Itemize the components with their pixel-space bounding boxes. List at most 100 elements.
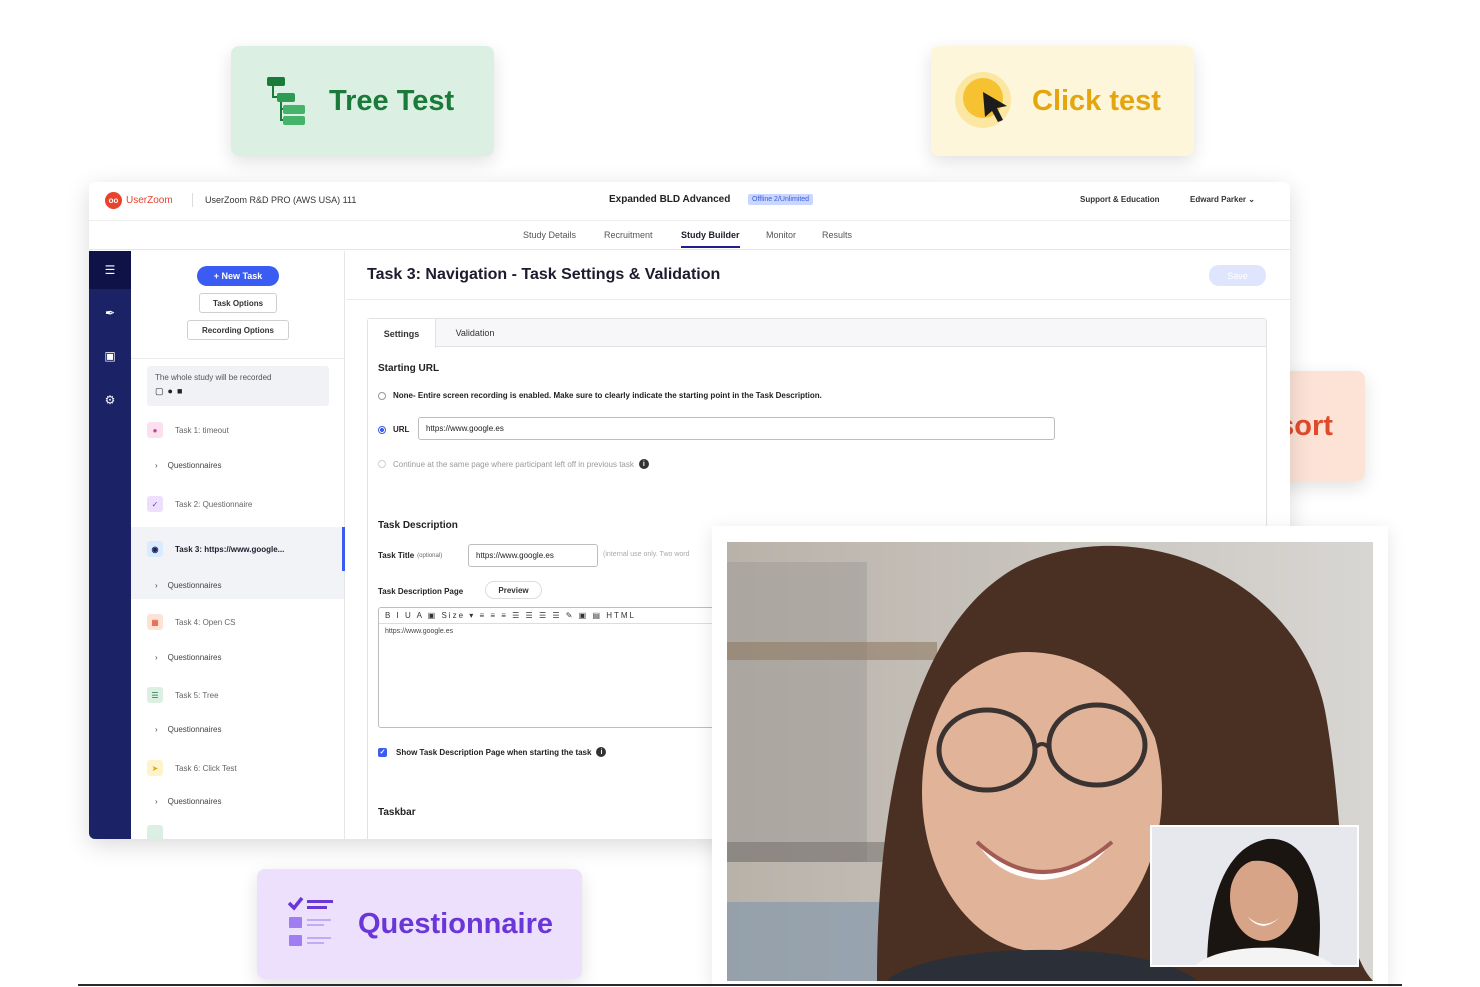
task-title-input[interactable]: https://www.google.es — [468, 544, 598, 567]
recording-note-text: The whole study will be recorded — [155, 373, 272, 382]
user-menu[interactable]: Edward Parker ⌄ — [1190, 195, 1255, 204]
radio-url[interactable]: URL — [378, 425, 409, 434]
task-item[interactable]: ● Task 1: timeout — [131, 415, 344, 445]
click-cursor-icon — [953, 70, 1015, 132]
self-view-photo — [1152, 827, 1357, 965]
divider — [192, 193, 193, 207]
support-link[interactable]: Support & Education — [1080, 195, 1160, 204]
task-label: Task 5: Tree — [175, 690, 219, 700]
checkbox-checked-icon: ✓ — [378, 747, 387, 757]
chevron-right-icon: › — [155, 652, 158, 662]
tree-test-label: Tree Test — [329, 84, 455, 117]
task-list-panel: + New Task Task Options Recording Option… — [131, 251, 345, 839]
task-item[interactable]: ➤ Task 6: Click Test — [131, 753, 344, 783]
userzoom-logo-icon: oo — [105, 192, 122, 209]
radio-selected-icon — [378, 425, 386, 434]
questionnaires-label: Questionnaires — [167, 580, 222, 590]
tab-validation[interactable]: Validation — [440, 319, 510, 347]
continue-label: Continue at the same page where particip… — [393, 459, 634, 469]
task-item-active[interactable]: ◉ Task 3: https://www.google... — [131, 527, 345, 571]
task-title-row: Task Title (optional) — [378, 551, 442, 560]
panel-tabs: Settings Validation — [368, 319, 1266, 348]
new-task-button[interactable]: + New Task — [197, 266, 279, 286]
page-title: Task 3: Navigation - Task Settings & Val… — [367, 266, 721, 283]
tab-monitor[interactable]: Monitor — [766, 230, 796, 240]
questionnaire-label: Questionnaire — [358, 907, 553, 940]
task-label: Task 1: timeout — [175, 425, 229, 435]
radio-none[interactable]: None - Entire screen recording is enable… — [378, 391, 822, 400]
recording-options-button[interactable]: Recording Options — [187, 320, 289, 340]
questionnaires-item[interactable]: › Questionnaires — [131, 645, 344, 669]
tab-study-builder[interactable]: Study Builder — [681, 230, 740, 248]
editor-body[interactable]: https://www.google.es — [379, 624, 737, 639]
gear-icon[interactable]: ⚙ — [102, 392, 118, 408]
questionnaire-icon — [287, 895, 335, 953]
recording-note: The whole study will be recorded ▢●■ — [147, 366, 329, 406]
brand-name: UserZoom — [126, 195, 173, 206]
brand-logo[interactable]: oo UserZoom — [105, 192, 173, 209]
tab-settings[interactable]: Settings — [368, 319, 436, 348]
task-icon — [147, 825, 163, 839]
questionnaires-label: Questionnaires — [167, 796, 222, 806]
text-box-icon[interactable]: ▣ — [102, 348, 118, 364]
task-item[interactable]: ☰ Task 5: Tree — [131, 680, 344, 710]
study-title: Expanded BLD Advanced — [609, 194, 731, 205]
task-item[interactable] — [131, 825, 344, 839]
click-test-label: Click test — [1032, 84, 1161, 117]
study-nav-tabs: Study Details Recruitment Study Builder … — [89, 220, 1290, 250]
task-item[interactable]: ✓ Task 2: Questionnaire — [131, 489, 344, 519]
optional-label: (optional) — [417, 552, 443, 559]
task-label: Task 3: https://www.google... — [175, 544, 285, 554]
questionnaires-item[interactable]: › Questionnaires — [131, 789, 344, 813]
questionnaire-card: Questionnaire — [257, 869, 582, 979]
top-bar: oo UserZoom UserZoom R&D PRO (AWS USA) 1… — [89, 182, 1290, 218]
task-item[interactable]: ▦ Task 4: Open CS — [131, 607, 344, 637]
recording-devices-icon: ▢●■ — [155, 386, 187, 396]
none-label: None — [393, 391, 413, 400]
questionnaires-item[interactable]: › Questionnaires — [131, 453, 344, 477]
radio-icon — [378, 460, 386, 468]
tab-results[interactable]: Results — [822, 230, 852, 240]
task-label: Task 4: Open CS — [175, 617, 236, 627]
taskbar-heading: Taskbar — [378, 807, 416, 818]
task-label: Task 2: Questionnaire — [175, 499, 253, 509]
task-description-heading: Task Description — [378, 520, 458, 531]
icon-rail: ☰ ✒ ▣ ⚙ — [89, 251, 131, 839]
task-title-label: Task Title — [378, 551, 415, 560]
click-task-icon: ➤ — [147, 760, 163, 776]
questionnaire-task-icon: ✓ — [147, 496, 163, 512]
show-description-label: Show Task Description Page when starting… — [396, 747, 592, 757]
save-button[interactable]: Save — [1209, 265, 1266, 286]
list-icon[interactable]: ☰ — [89, 251, 131, 289]
divider — [131, 358, 344, 359]
task-title-hint: (internal use only. Two word — [603, 551, 690, 558]
info-icon[interactable]: i — [638, 459, 649, 469]
divider — [346, 299, 1290, 300]
info-icon[interactable]: i — [596, 747, 607, 757]
starting-url-heading: Starting URL — [378, 363, 440, 374]
radio-continue[interactable]: Continue at the same page where particip… — [378, 459, 649, 469]
questionnaires-label: Questionnaires — [167, 460, 222, 470]
tree-task-icon: ☰ — [147, 687, 163, 703]
show-description-checkbox[interactable]: ✓ Show Task Description Page when starti… — [378, 747, 607, 757]
brush-icon[interactable]: ✒ — [102, 305, 118, 321]
radio-icon — [378, 391, 386, 400]
url-label: URL — [393, 425, 410, 434]
task-options-button[interactable]: Task Options — [199, 293, 277, 313]
chevron-right-icon: › — [155, 460, 158, 470]
tab-study-details[interactable]: Study Details — [523, 230, 576, 240]
org-name[interactable]: UserZoom R&D PRO (AWS USA) 111 — [205, 195, 356, 205]
questionnaires-label: Questionnaires — [167, 724, 222, 734]
questionnaires-item[interactable]: › Questionnaires — [131, 717, 344, 741]
timeout-task-icon: ● — [147, 422, 163, 438]
tree-test-icon — [267, 75, 307, 127]
desc-page-label: Task Description Page — [378, 587, 464, 596]
tab-recruitment[interactable]: Recruitment — [604, 230, 653, 240]
editor-toolbar[interactable]: B I U A ▣ Size ▾ ≡ ≡ ≡ ☰ ☰ ☰ ☰ ✎ ▣ ▤ HTM… — [379, 608, 737, 624]
rich-text-editor[interactable]: B I U A ▣ Size ▾ ≡ ≡ ≡ ☰ ☰ ☰ ☰ ✎ ▣ ▤ HTM… — [378, 607, 738, 728]
self-view-video — [1150, 825, 1359, 967]
questionnaires-item[interactable]: › Questionnaires — [131, 571, 344, 599]
preview-button[interactable]: Preview — [485, 581, 542, 599]
chevron-right-icon: › — [155, 796, 158, 806]
url-input[interactable]: https://www.google.es — [418, 417, 1055, 440]
